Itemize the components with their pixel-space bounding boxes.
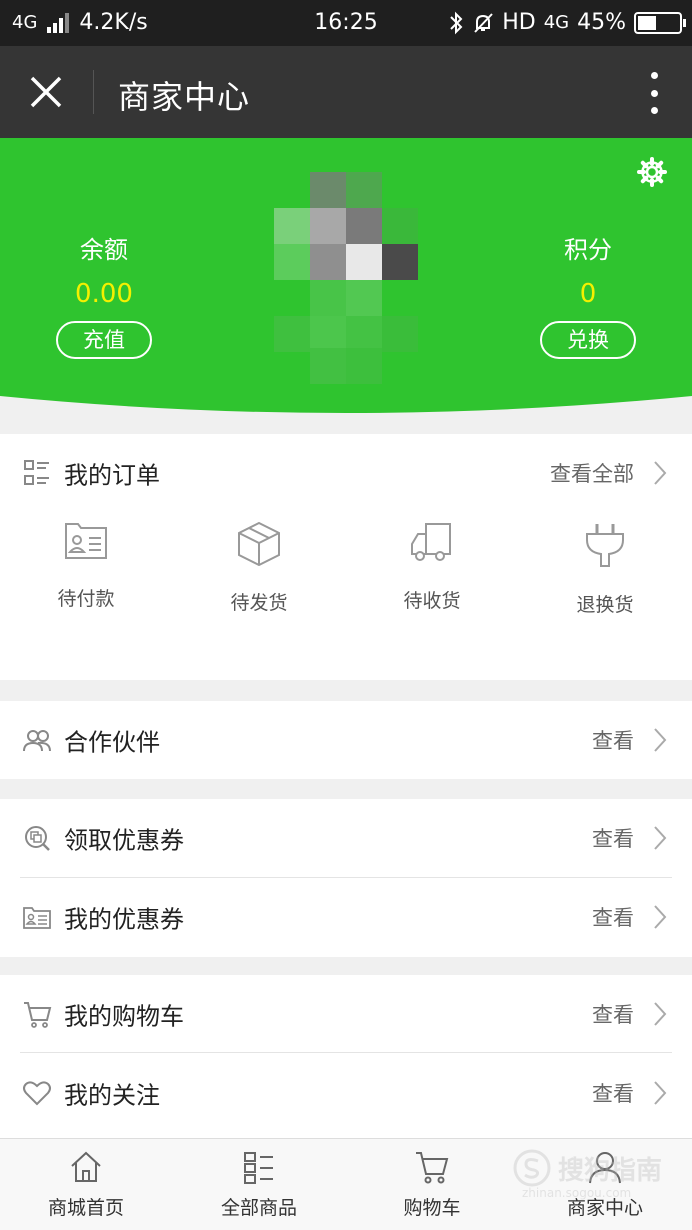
battery-icon <box>634 11 686 34</box>
battery-fill <box>638 15 656 30</box>
partners-view[interactable]: 查看 <box>592 725 634 755</box>
my-cart-label: 我的购物车 <box>64 1002 184 1031</box>
my-follow-label: 我的关注 <box>64 1081 160 1110</box>
chevron-right-icon <box>654 1002 667 1026</box>
nav-divider <box>93 70 94 114</box>
orders-view-all[interactable]: 查看全部 <box>550 458 634 488</box>
coupons-section: 领取优惠券 查看 我的优惠券 查看 <box>0 799 692 957</box>
mute-bell-icon <box>474 12 493 33</box>
my-coupon-label: 我的优惠券 <box>64 905 184 934</box>
partners-icon <box>23 730 51 752</box>
tab-merchant-center[interactable]: 商家中心 <box>535 1149 675 1220</box>
tab-home[interactable]: 商城首页 <box>16 1149 156 1220</box>
orders-row[interactable]: 我的订单 查看全部 <box>0 434 692 512</box>
my-follow-view[interactable]: 查看 <box>592 1078 634 1108</box>
order-pending-shipment[interactable]: 待发货 <box>199 520 319 615</box>
orders-title: 我的订单 <box>64 461 160 490</box>
partners-section: 合作伙伴 查看 <box>0 701 692 779</box>
plug-icon <box>586 524 624 567</box>
close-button[interactable] <box>22 68 70 116</box>
more-vertical-icon <box>650 72 658 79</box>
order-status-list: 待付款 待发货 待收货 退换货 <box>0 520 692 640</box>
nav-bar: 商家中心 <box>0 46 692 138</box>
balance-value: 0.00 <box>75 279 133 309</box>
order-return-exchange[interactable]: 退换货 <box>545 520 665 617</box>
status-right: HD 4G 45% <box>448 10 686 35</box>
tab-bar: 商城首页 全部商品 购物车 商家中心 <box>0 1138 692 1230</box>
chevron-right-icon <box>654 728 667 752</box>
coupon-card-icon <box>23 907 51 929</box>
chevron-right-icon <box>654 826 667 850</box>
order-pending-receipt[interactable]: 待收货 <box>372 520 492 613</box>
truck-icon <box>411 523 451 561</box>
claim-coupon-label: 领取优惠券 <box>64 826 184 855</box>
list-icon <box>244 1152 273 1184</box>
shopping-section: 我的购物车 查看 我的关注 查看 <box>0 975 692 1138</box>
hd-label: HD <box>502 10 536 35</box>
order-pending-shipment-label: 待发货 <box>230 592 288 614</box>
box-icon <box>238 521 280 566</box>
tab-cart[interactable]: 购物车 <box>362 1149 502 1220</box>
my-coupon-view[interactable]: 查看 <box>592 902 634 932</box>
partners-label: 合作伙伴 <box>64 728 160 757</box>
status-bar: 4G 4.2K/s 16:25 HD 4G 45% <box>0 0 692 46</box>
my-coupon-row[interactable]: 我的优惠券 查看 <box>0 878 692 956</box>
tab-home-label: 商城首页 <box>47 1197 124 1219</box>
more-button[interactable] <box>648 72 660 114</box>
avatar[interactable] <box>274 172 418 384</box>
order-return-exchange-label: 退换货 <box>576 594 634 616</box>
tab-merchant-center-label: 商家中心 <box>566 1197 643 1219</box>
home-icon <box>71 1151 101 1182</box>
grid-list-icon <box>24 460 49 485</box>
tab-all-products-label: 全部商品 <box>220 1197 297 1219</box>
chevron-right-icon <box>654 461 667 485</box>
chevron-right-icon <box>654 1081 667 1105</box>
bluetooth-icon <box>450 11 463 34</box>
orders-section: 我的订单 查看全部 待付款 待发货 待收货 退换货 <box>0 434 692 680</box>
partners-row[interactable]: 合作伙伴 查看 <box>0 701 692 779</box>
network-type-right: 4G <box>543 12 570 33</box>
chevron-right-icon <box>654 905 667 929</box>
gear-icon[interactable] <box>636 156 668 188</box>
battery-percent: 45% <box>577 10 626 35</box>
cart-icon <box>24 1002 52 1028</box>
balance-label: 余额 <box>80 236 128 264</box>
points-label: 积分 <box>564 236 612 264</box>
id-card-icon <box>65 523 107 559</box>
points-block: 积分 0 兑换 <box>518 230 658 359</box>
claim-coupon-view[interactable]: 查看 <box>592 823 634 853</box>
order-pending-payment[interactable]: 待付款 <box>26 520 146 611</box>
my-cart-row[interactable]: 我的购物车 查看 <box>0 975 692 1053</box>
close-icon <box>30 76 62 108</box>
user-icon <box>589 1152 621 1184</box>
points-value: 0 <box>579 279 597 309</box>
recharge-button[interactable]: 充值 <box>56 321 152 359</box>
my-follow-row[interactable]: 我的关注 查看 <box>0 1054 692 1132</box>
my-cart-view[interactable]: 查看 <box>592 999 634 1029</box>
order-pending-receipt-label: 待收货 <box>403 590 461 612</box>
balance-block: 余额 0.00 充值 <box>34 230 174 359</box>
claim-coupon-row[interactable]: 领取优惠券 查看 <box>0 799 692 877</box>
page-title: 商家中心 <box>118 78 251 116</box>
tab-all-products[interactable]: 全部商品 <box>189 1149 329 1220</box>
profile-header: 余额 0.00 充值 积分 0 兑换 <box>0 138 692 416</box>
coupon-search-icon <box>25 826 50 851</box>
exchange-button[interactable]: 兑换 <box>540 321 636 359</box>
tab-cart-label: 购物车 <box>403 1197 461 1219</box>
order-pending-payment-label: 待付款 <box>57 588 115 610</box>
cart-icon <box>416 1152 449 1184</box>
heart-icon <box>23 1081 51 1106</box>
divider <box>20 1052 672 1053</box>
